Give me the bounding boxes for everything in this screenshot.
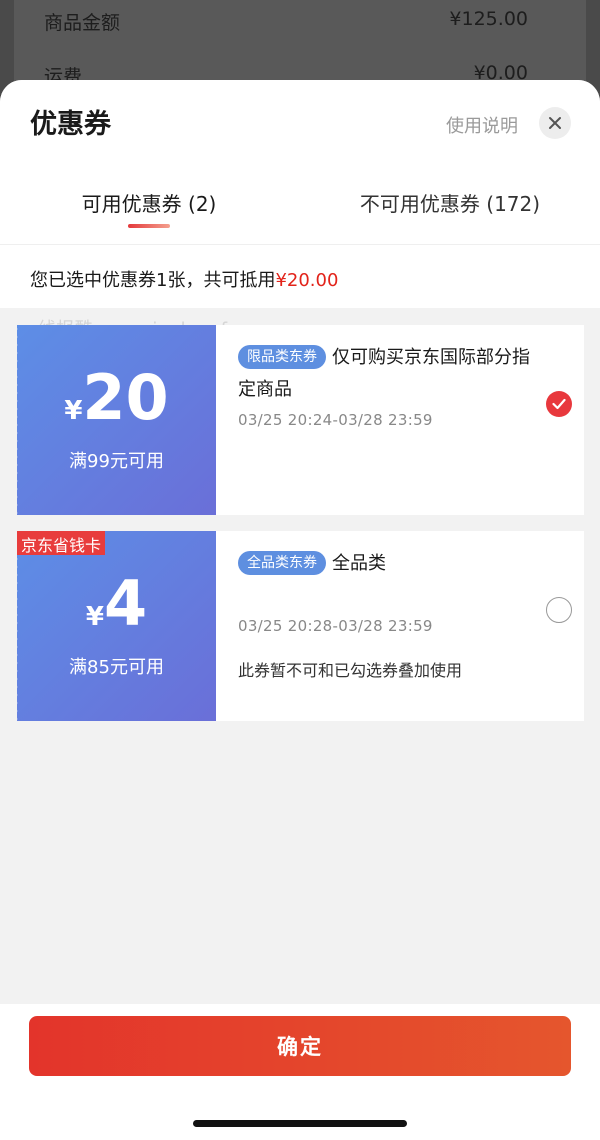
background-row-goods-amount: 商品金额 ¥125.00 [44,8,528,35]
summary-text: 您已选中优惠券1张，共可抵用 [30,270,276,291]
coupon-tabs: 可用优惠券 (2) 不可用优惠券 (172) [0,188,600,244]
sheet-title: 优惠券 [30,109,111,140]
currency-symbol: ¥ [85,602,104,632]
coupon-detail: 限品类东券 仅可购买京东国际部分指定商品 03/25 20:24-03/28 23… [216,325,584,515]
coupon-value-panel: 京东省钱卡 ¥4 满85元可用 [14,531,216,721]
goods-amount-value: ¥125.00 [449,8,528,30]
category-badge: 限品类东券 [238,345,326,369]
tab-available-coupons[interactable]: 可用优惠券 (2) [72,188,226,217]
coupon-validity: 03/25 20:24-03/28 23:59 [238,411,433,429]
summary-amount: ¥20.00 [275,270,339,291]
coupon-detail: 全品类东券 全品类 03/25 20:28-03/28 23:59 此券暂不可和已… [216,531,584,721]
coupon-validity: 03/25 20:28-03/28 23:59 [238,617,433,635]
coupon-description: 限品类东券 仅可购买京东国际部分指定商品 [238,342,544,406]
coupon-condition: 满85元可用 [69,657,164,678]
confirm-button[interactable]: 确定 [29,1016,571,1076]
currency-symbol: ¥ [64,396,83,426]
coupon-sheet: 优惠券 使用说明 可用优惠券 (2) 不可用优惠券 (172) 您已选中优惠券1… [0,80,600,1140]
coupon-description-text: 全品类 [332,553,386,574]
goods-amount-label: 商品金额 [44,12,121,34]
coupon-value-panel: ¥20 满99元可用 [14,325,216,515]
sheet-header: 优惠券 使用说明 可用优惠券 (2) 不可用优惠券 (172) 您已选中优惠券1… [0,80,600,308]
category-badge: 全品类东券 [238,551,326,575]
coupon-card[interactable]: ¥20 满99元可用 限品类东券 仅可购买京东国际部分指定商品 03/25 20:… [14,325,584,515]
coupon-amount: 4 [103,567,148,640]
coupon-select-radio[interactable] [546,597,572,623]
home-indicator [193,1120,407,1127]
coupon-condition: 满99元可用 [69,451,164,472]
coupon-note: 此券暂不可和已勾选券叠加使用 [238,661,463,680]
close-icon [549,117,561,129]
selection-summary: 您已选中优惠券1张，共可抵用¥20.00 [30,266,338,292]
tab-unavailable-coupons[interactable]: 不可用优惠券 (172) [350,188,550,217]
usage-instructions-link[interactable]: 使用说明 [446,112,518,138]
close-button[interactable] [539,107,571,139]
divider [0,244,600,245]
coupon-price: ¥20 [17,363,216,433]
active-tab-indicator [128,224,170,228]
coupon-amount: 20 [82,361,169,434]
sheet-footer: 确定 [0,1004,600,1140]
checkmark-icon [552,398,566,410]
coupon-card[interactable]: 京东省钱卡 ¥4 满85元可用 全品类东券 全品类 03/25 20:28-03/… [14,531,584,721]
saving-card-tag: 京东省钱卡 [17,531,106,555]
coupon-select-radio[interactable] [546,391,572,417]
coupon-price: ¥4 [17,569,216,639]
coupon-description: 全品类东券 全品类 [238,548,544,580]
